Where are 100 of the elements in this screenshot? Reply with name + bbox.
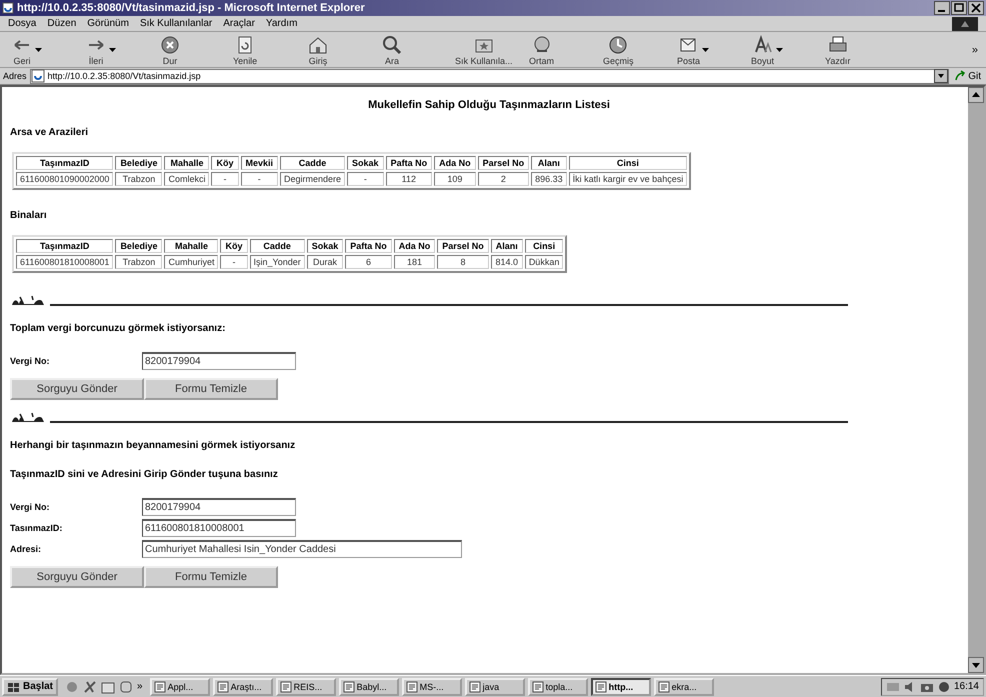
app-icon: [532, 680, 544, 692]
scrollbar[interactable]: [968, 87, 984, 673]
quick-launch-more[interactable]: »: [137, 681, 143, 692]
form-prompt: Toplam vergi borcunuzu görmek istiyorsanız:: [10, 323, 226, 334]
toolbar-button[interactable]: Ortam: [526, 32, 558, 66]
tray-app-icon[interactable]: [936, 680, 951, 692]
toolbar-button[interactable]: Geçmiş: [600, 32, 637, 66]
field-label: Vergi No:: [10, 356, 50, 366]
menu-item[interactable]: Yardım: [266, 18, 298, 29]
table-cell: Trabzon: [115, 255, 162, 269]
column-header: Cinsi: [524, 239, 564, 253]
app-icon: [154, 680, 166, 692]
dropdown-caret-icon[interactable]: [776, 48, 784, 52]
input-field[interactable]: 8200179904: [142, 352, 296, 370]
taskbar-button[interactable]: http...: [590, 678, 651, 696]
column-header: Pafta No: [345, 239, 392, 253]
toolbar-button[interactable]: Dur: [156, 32, 184, 66]
stop-icon: [159, 34, 181, 56]
column-header: Parsel No: [478, 156, 530, 170]
field-label: TasınmazID:: [10, 523, 62, 533]
toolbar-button[interactable]: İleri: [82, 32, 119, 66]
table-cell: 2: [478, 172, 530, 186]
toolbar-button[interactable]: Ara: [378, 32, 406, 66]
dropdown-caret-icon[interactable]: [35, 48, 42, 52]
window-icon[interactable]: [101, 680, 116, 694]
table-cell: Dükkan: [524, 255, 564, 269]
app-icon: [658, 680, 670, 692]
start-button[interactable]: Başlat: [2, 678, 58, 696]
tools-icon[interactable]: [83, 680, 98, 694]
column-header: Mahalle: [164, 239, 218, 253]
dropdown-caret-icon[interactable]: [702, 48, 710, 52]
table-cell: 6: [345, 255, 392, 269]
table-cell: 611600801810008001: [16, 255, 114, 269]
column-header: Belediye: [115, 239, 162, 253]
taskbar-button[interactable]: REIS...: [276, 678, 336, 696]
toolbar-button[interactable]: Posta: [674, 32, 712, 66]
table-cell: 896.33: [531, 172, 567, 186]
column-header: Alanı: [490, 239, 523, 253]
taskbar-button[interactable]: Araştı...: [212, 678, 273, 696]
browser-icon: [2, 2, 14, 14]
form-button[interactable]: Formu Temizle: [144, 566, 278, 588]
table-cell: 181: [394, 255, 436, 269]
toolbar-button[interactable]: Yenile: [230, 32, 260, 66]
form-button[interactable]: Sorguyu Gönder: [10, 378, 144, 400]
toolbar-button[interactable]: Sık Kullanıla...: [452, 32, 516, 66]
scroll-up-icon[interactable]: [968, 87, 984, 103]
table-cell: 8: [437, 255, 489, 269]
table-cell: Degirmendere: [280, 172, 346, 186]
windows-logo-icon: [952, 16, 978, 30]
table-cell: İki katlı kargir ev ve bahçesi: [568, 172, 688, 186]
scroll-down-icon[interactable]: [968, 657, 984, 673]
form-prompt: TaşınmazID sini ve Adresini Girip Gönder tuşuna basınız: [10, 469, 279, 480]
toolbar-button[interactable]: Giriş: [304, 32, 332, 66]
address-field[interactable]: http://10.0.2.35:8080/Vt/tasinmazid.jsp: [30, 68, 950, 84]
taskbar-button[interactable]: ekra...: [654, 678, 714, 696]
toolbar-button[interactable]: Geri: [8, 32, 45, 66]
table-cell: -: [347, 172, 384, 186]
form-button[interactable]: Sorguyu Gönder: [10, 566, 144, 588]
page-icon: [30, 69, 45, 83]
input-field[interactable]: 8200179904: [142, 498, 296, 516]
input-field[interactable]: 611600801810008001: [142, 519, 296, 537]
toolbar-button[interactable]: Yazdır: [822, 32, 854, 66]
address-label: Adres: [3, 71, 27, 81]
toolbar-button[interactable]: Boyut: [748, 32, 786, 66]
app-icon: [280, 680, 292, 692]
table-cell: -: [240, 172, 278, 186]
table-cell: Trabzon: [115, 172, 162, 186]
maximize-icon[interactable]: [951, 1, 967, 15]
menu-item[interactable]: Araçlar: [223, 18, 255, 29]
menu-item[interactable]: Düzen: [47, 18, 76, 29]
app-icon: [342, 680, 355, 692]
taskbar-button[interactable]: java: [464, 678, 525, 696]
close-icon[interactable]: [968, 1, 984, 15]
clock: 16:14: [954, 681, 979, 692]
taskbar-button[interactable]: topla...: [528, 678, 588, 696]
taskbar-button[interactable]: Appl...: [150, 678, 210, 696]
input-field[interactable]: Cumhuriyet Mahallesi Isin_Yonder Caddesi: [142, 540, 462, 558]
menu-item[interactable]: Dosya: [8, 18, 36, 29]
column-header: Cadde: [280, 156, 346, 170]
column-header: TaşınmazID: [16, 156, 114, 170]
toolbar-overflow[interactable]: »: [972, 44, 978, 56]
table-cell: 109: [434, 172, 476, 186]
dropdown-caret-icon[interactable]: [109, 48, 116, 52]
table-cell: Işin_Yonder: [250, 255, 305, 269]
table-cell: 112: [386, 172, 432, 186]
menu-item[interactable]: Görünüm: [87, 18, 129, 29]
menu-item[interactable]: Sık Kullanılanlar: [140, 18, 212, 29]
dropdown-caret-icon[interactable]: [934, 69, 948, 83]
desktop-icon[interactable]: [119, 680, 134, 694]
minimize-icon[interactable]: [934, 1, 950, 15]
table-cell: 611600801090002000: [16, 172, 114, 186]
taskbar-button[interactable]: Babyl...: [338, 678, 399, 696]
column-header: Cadde: [250, 239, 305, 253]
taskbar-button[interactable]: MS-...: [402, 678, 462, 696]
column-header: Köy: [220, 239, 248, 253]
table-cell: Comlekci: [164, 172, 210, 186]
form-button[interactable]: Formu Temizle: [144, 378, 278, 400]
go-button[interactable]: Git: [952, 70, 983, 82]
section-heading: Arsa ve Arazileri: [10, 127, 90, 138]
column-header: Ada No: [394, 239, 436, 253]
